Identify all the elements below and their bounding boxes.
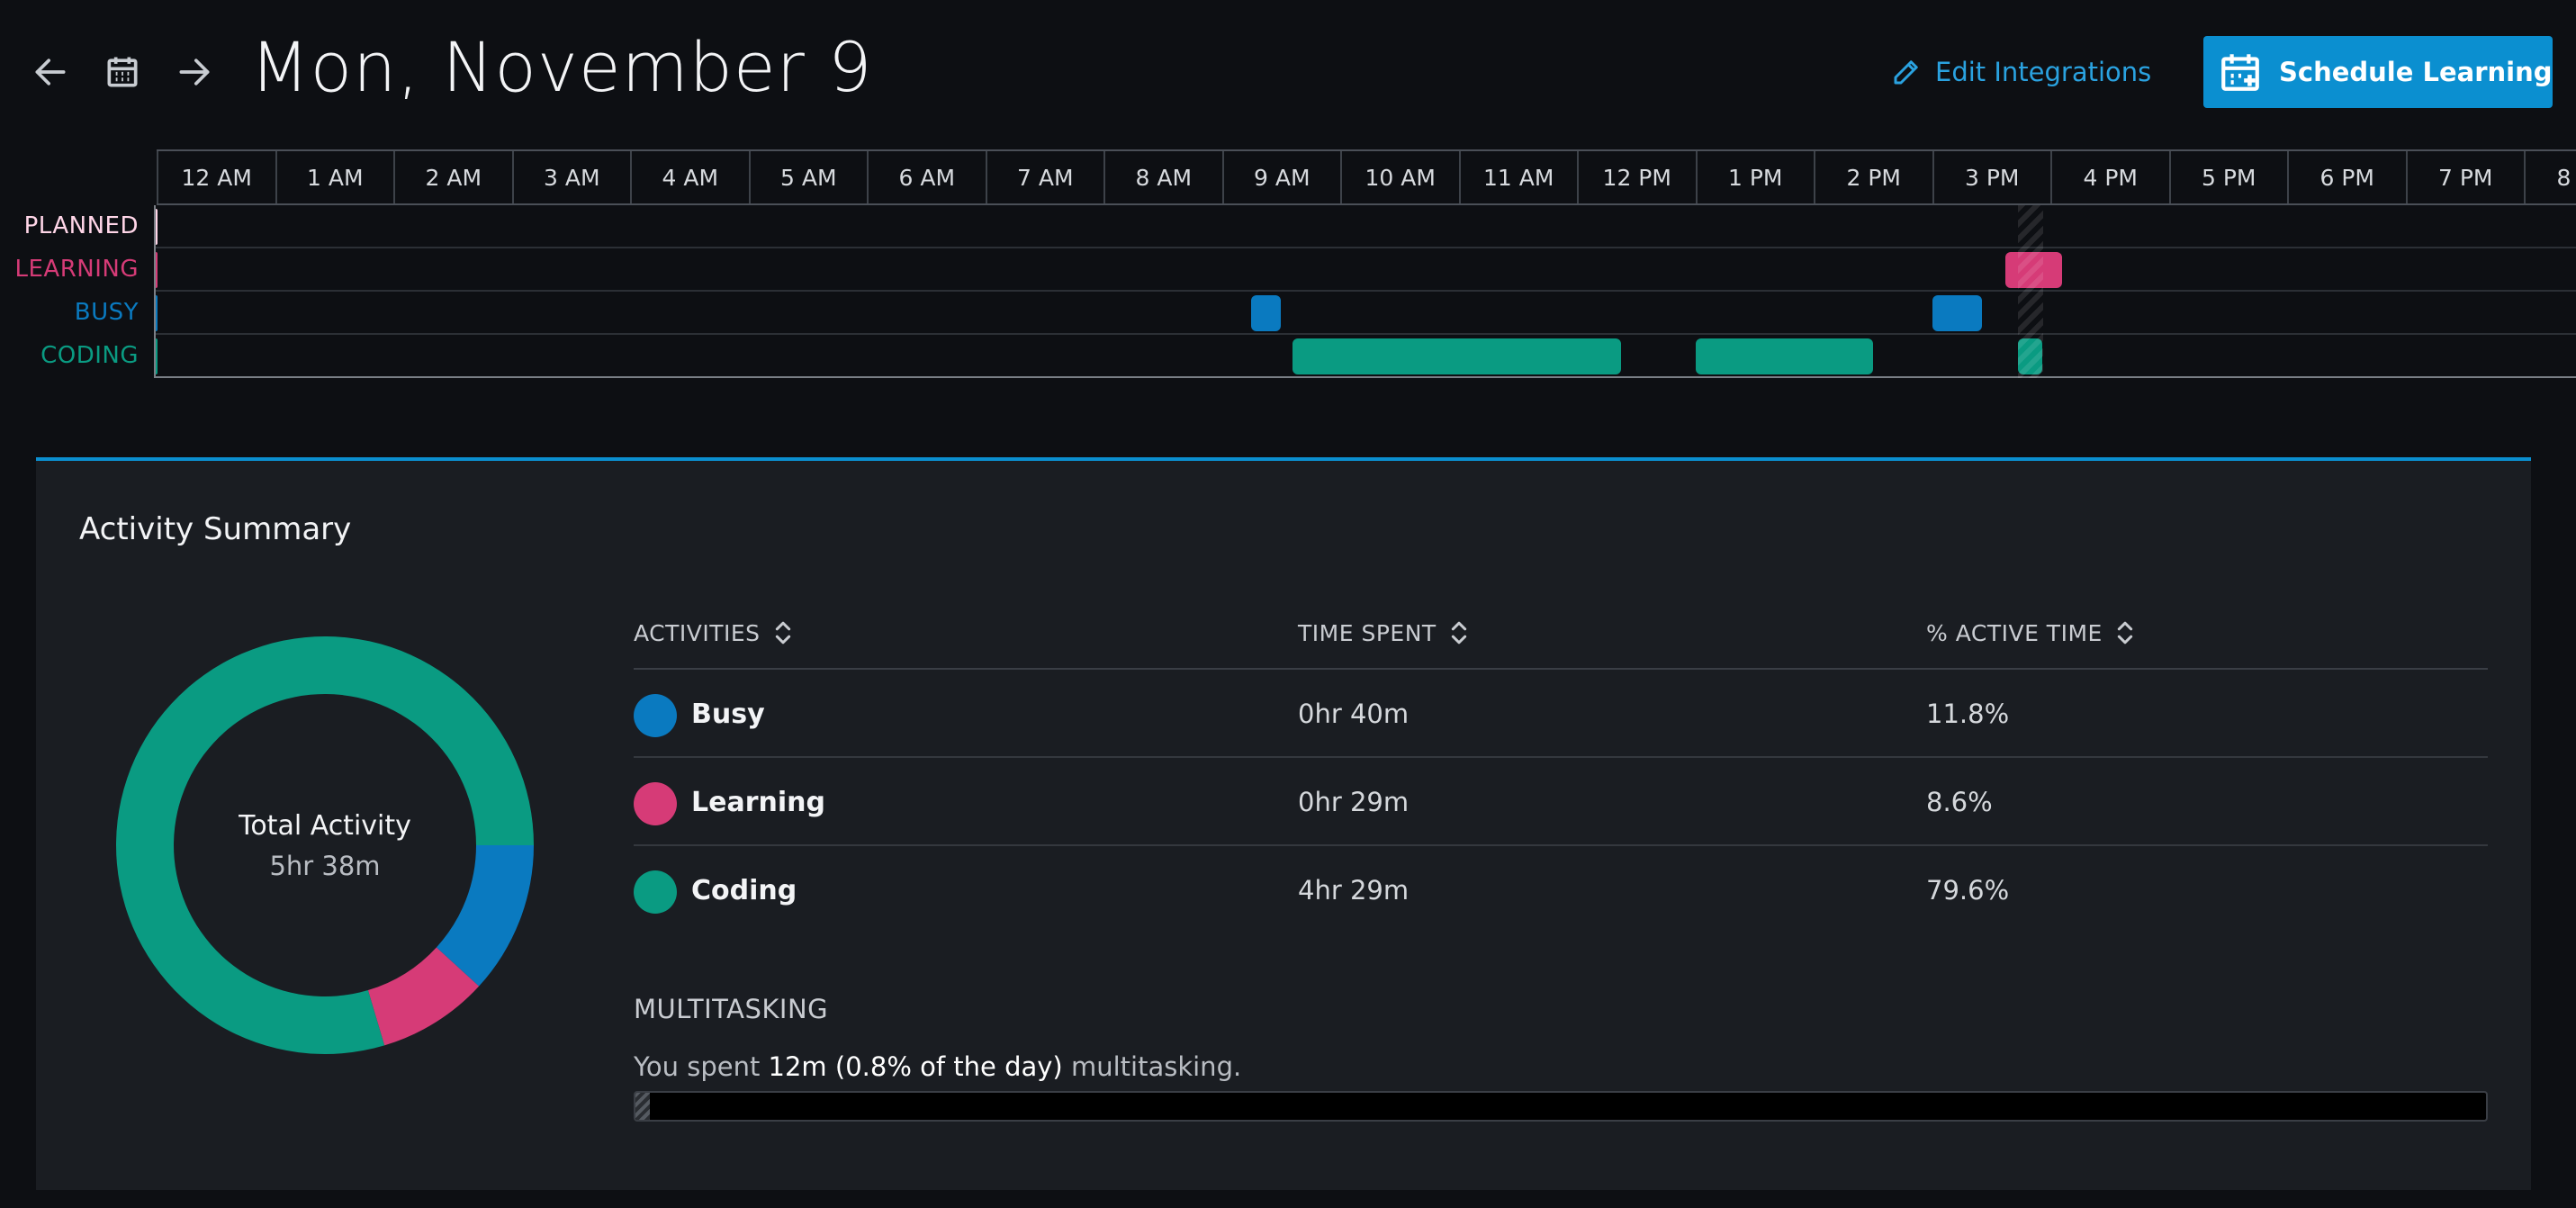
timeline-event-learning[interactable] <box>2005 252 2063 288</box>
active-time-column-label: % ACTIVE TIME <box>1926 619 2103 646</box>
page-title: Mon, November 9 <box>250 27 873 107</box>
activity-time-spent: 4hr 29m <box>1298 875 1410 906</box>
hour-tick-label: 1 PM <box>1695 151 1815 203</box>
timeline-event-coding[interactable] <box>2018 338 2042 374</box>
hour-tick-label: 3 PM <box>1932 151 2051 203</box>
activities-table: ACTIVITIES TIME SPENT % ACTIVE TIME Busy… <box>634 605 2488 934</box>
activity-color-dot <box>634 694 677 737</box>
activity-percent-active: 11.8% <box>1926 699 2010 729</box>
track-color-marker <box>154 295 158 331</box>
pencil-icon <box>1894 60 1918 85</box>
table-row: Coding 4hr 29m 79.6% <box>634 846 2488 934</box>
activity-color-dot <box>634 870 677 914</box>
hour-tick-label: 2 AM <box>393 151 512 203</box>
calendar-icon <box>107 57 138 87</box>
hour-axis: 12 AM 1 AM 2 AM 3 AM 4 AM 5 AM 6 AM 7 AM 8 AM 9 A… <box>157 149 2576 205</box>
track-color-marker <box>154 338 158 374</box>
hour-tick-label: 8 AM <box>1103 151 1222 203</box>
sort-icon <box>1451 621 1466 645</box>
summary-title: Activity Summary <box>79 511 352 547</box>
hour-tick-label: 12 AM <box>157 151 275 203</box>
timeline-event-coding[interactable] <box>1293 338 1621 374</box>
hour-tick-label: 5 PM <box>2168 151 2288 203</box>
multitasking-bar <box>634 1091 2488 1122</box>
multitasking-bar-fill <box>635 1093 651 1120</box>
hour-tick-label: 5 AM <box>748 151 868 203</box>
activity-name: Learning <box>691 787 825 818</box>
track-color-marker <box>154 252 158 288</box>
multitasking-suffix: multitasking. <box>1062 1051 1242 1082</box>
timeline-row-label-busy: BUSY <box>74 299 139 326</box>
header: Mon, November 9 Edit Integrations Schedu… <box>0 0 2576 144</box>
activities-column-label: ACTIVITIES <box>634 619 761 646</box>
time-spent-column-label: TIME SPENT <box>1298 619 1437 646</box>
multitasking-text: You spent 12m (0.8% of the day) multitas… <box>634 1051 1241 1082</box>
schedule-learning-label: Schedule Learning <box>2279 57 2553 87</box>
schedule-learning-button[interactable]: Schedule Learning <box>2203 36 2553 108</box>
multitasking-amount: 12m (0.8% of the day) <box>768 1051 1063 1082</box>
hour-tick-label: 7 PM <box>2405 151 2525 203</box>
timeline-track-learning <box>154 248 2576 292</box>
edit-integrations-link[interactable]: Edit Integrations <box>1890 50 2151 94</box>
hour-tick-label: 6 AM <box>867 151 986 203</box>
hour-tick-label: 6 PM <box>2287 151 2406 203</box>
activity-summary-panel: Activity Summary Total Activity 5hr 38m … <box>36 457 2531 1190</box>
hour-tick-label: 12 PM <box>1577 151 1696 203</box>
edit-integrations-label: Edit Integrations <box>1935 57 2152 87</box>
hour-tick-label: 7 AM <box>985 151 1104 203</box>
hour-tick-label: 3 AM <box>511 151 631 203</box>
timeline-row-label-planned: PLANNED <box>23 212 139 239</box>
timeline-event-busy[interactable] <box>1251 295 1282 331</box>
hour-tick-label: 8 PM <box>2524 151 2576 203</box>
timeline-row-label-coding: CODING <box>41 342 139 369</box>
table-row: Busy 0hr 40m 11.8% <box>634 670 2488 758</box>
calendar-button[interactable] <box>94 43 151 101</box>
arrow-right-icon <box>179 59 210 86</box>
sort-active-time-header[interactable]: % ACTIVE TIME <box>1926 619 2135 646</box>
activity-time-spent: 0hr 40m <box>1298 699 1410 729</box>
hour-tick-label: 11 AM <box>1458 151 1578 203</box>
day-timeline: 12 AM 1 AM 2 AM 3 AM 4 AM 5 AM 6 AM 7 AM 8 AM 9 A… <box>0 149 2576 380</box>
hour-tick-label: 4 PM <box>2050 151 2169 203</box>
hour-tick-label: 9 AM <box>1221 151 1341 203</box>
timeline-row-label-learning: LEARNING <box>14 256 139 283</box>
timeline-track-planned <box>154 205 2576 248</box>
activity-percent-active: 79.6% <box>1926 875 2010 906</box>
activity-donut-chart <box>116 636 535 1054</box>
sort-activities-header[interactable]: ACTIVITIES <box>634 619 793 646</box>
multitasking-title: MULTITASKING <box>634 994 829 1024</box>
track-color-marker <box>154 209 158 245</box>
activity-name: Busy <box>691 699 765 730</box>
activity-percent-active: 8.6% <box>1926 787 1993 817</box>
activity-time-spent: 0hr 29m <box>1298 787 1410 817</box>
activity-color-dot <box>634 782 677 825</box>
multitasking-prefix: You spent <box>634 1051 769 1082</box>
calendar-plus-icon <box>2221 54 2259 91</box>
hour-tick-label: 1 AM <box>275 151 394 203</box>
timeline-event-coding[interactable] <box>1695 338 1873 374</box>
hour-tick-label: 4 AM <box>630 151 749 203</box>
activity-name: Coding <box>691 875 797 906</box>
timeline-event-busy[interactable] <box>1932 295 1982 331</box>
sort-icon <box>775 621 790 645</box>
table-header: ACTIVITIES TIME SPENT % ACTIVE TIME <box>634 605 2488 670</box>
next-day-button[interactable] <box>166 43 223 101</box>
timeline-track-busy <box>154 292 2576 335</box>
hour-tick-label: 10 AM <box>1340 151 1459 203</box>
previous-day-button[interactable] <box>22 43 79 101</box>
table-row: Learning 0hr 29m 8.6% <box>634 758 2488 846</box>
arrow-left-icon <box>35 59 66 86</box>
sort-time-spent-header[interactable]: TIME SPENT <box>1298 619 1469 646</box>
sort-icon <box>2117 621 2132 645</box>
hour-tick-label: 2 PM <box>1814 151 1932 203</box>
